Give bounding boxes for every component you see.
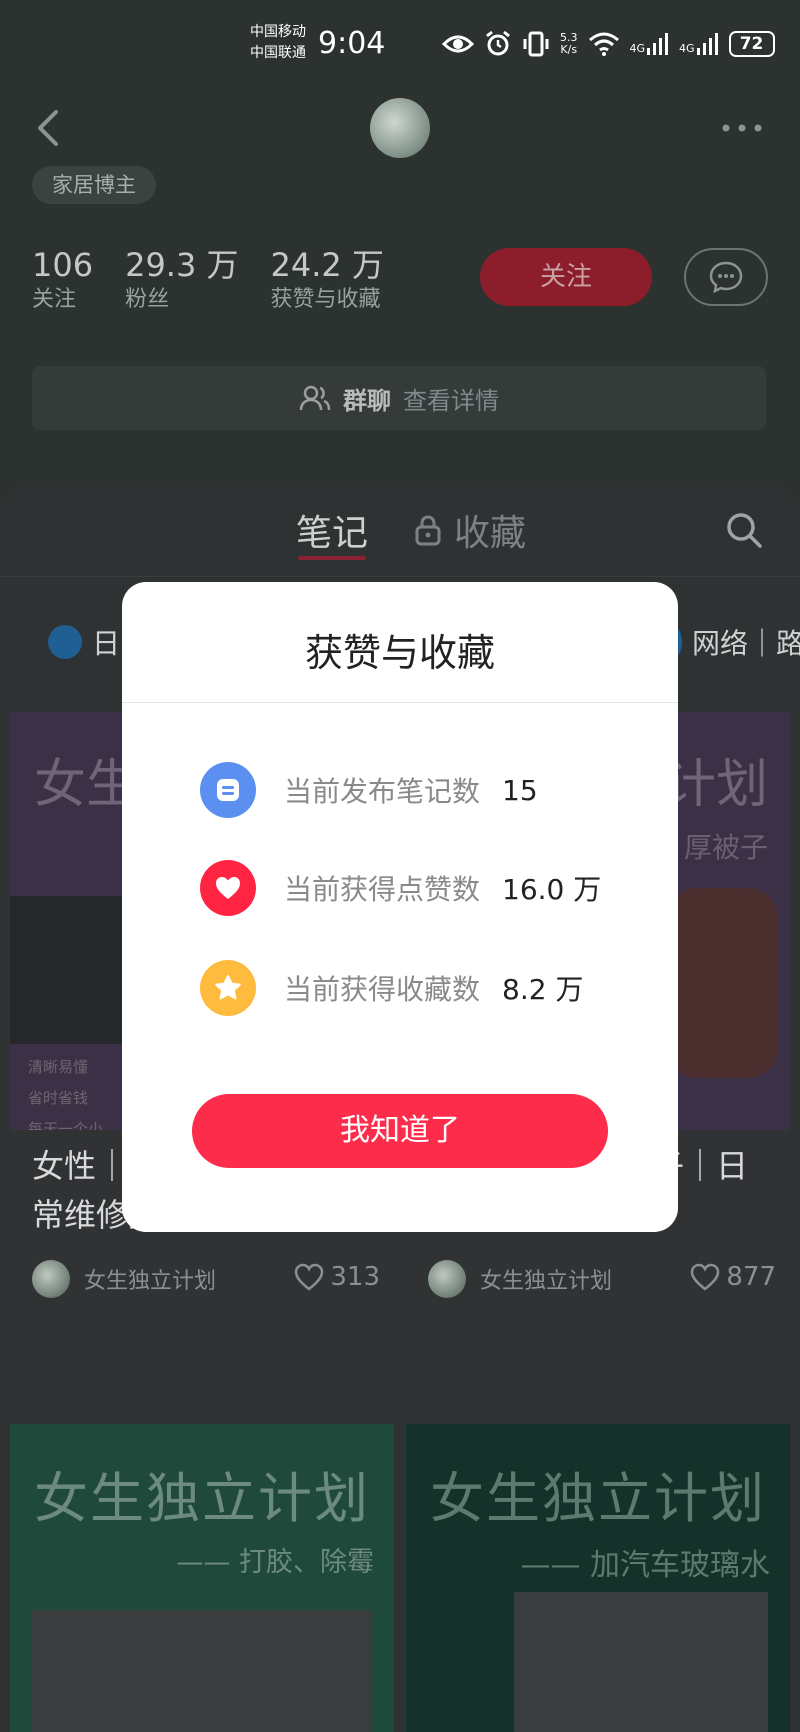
search-icon[interactable] — [724, 510, 764, 550]
signal-bars-icon — [647, 33, 669, 55]
wifi-icon — [588, 32, 619, 56]
tab-notes[interactable]: 笔记 — [296, 504, 368, 556]
status-time: 9:04 — [318, 26, 386, 61]
battery-indicator: 72 — [728, 31, 775, 57]
star-icon — [200, 960, 256, 1016]
net-speed: 5.3 K/s — [560, 32, 578, 56]
profile-avatar[interactable] — [370, 98, 430, 158]
note-card[interactable]: 女生独立计划 —— 加汽车玻璃水 — [406, 1424, 790, 1732]
stat-label: 关注 — [32, 287, 77, 312]
modal-title: 获赞与收藏 — [304, 631, 495, 675]
carrier-1: 中国移动 — [250, 24, 306, 40]
group-users-icon — [299, 385, 331, 411]
chip-icon — [48, 625, 82, 659]
carrier-2: 中国联通 — [250, 45, 306, 61]
stat-label: 粉丝 — [125, 287, 170, 312]
modal-row-likes: 当前获得点赞数 16.0 万 — [200, 860, 601, 916]
modal-row-notes: 当前发布笔记数 15 — [200, 762, 538, 818]
cover-photo — [514, 1592, 768, 1732]
author-avatar — [32, 1260, 70, 1298]
got-it-button[interactable]: 我知道了 — [192, 1094, 608, 1168]
category-chip[interactable]: 日 — [48, 622, 120, 662]
eye-icon — [442, 35, 474, 53]
note-icon — [200, 762, 256, 818]
signal-1-label: 4G — [629, 42, 646, 55]
tab-bar: 笔记 收藏 — [0, 484, 800, 577]
signal-2: 4G — [679, 33, 719, 55]
modal-divider — [122, 702, 678, 703]
like-count-value: 313 — [330, 1262, 380, 1292]
cover-line: 省时省钱 — [28, 1089, 89, 1107]
back-arrow-icon[interactable] — [30, 106, 70, 150]
net-speed-bottom: K/s — [560, 43, 578, 56]
author-avatar — [428, 1260, 466, 1298]
stat-fans[interactable]: 29.3 万 粉丝 — [125, 245, 238, 315]
profile-tag: 家居博主 — [32, 166, 156, 204]
like-count-value: 877 — [726, 1262, 776, 1292]
cover-title: 计划 — [663, 755, 768, 815]
cover-title: 女生独立计划 — [430, 1467, 766, 1530]
author-name: 女生独立计划 — [84, 1269, 217, 1294]
vibrate-icon — [523, 31, 549, 57]
cover-photo — [668, 888, 778, 1078]
profile-stats: 106 关注 29.3 万 粉丝 24.2 万 获赞与收藏 — [32, 245, 384, 315]
cover-line: 清晰易懂 — [28, 1058, 89, 1076]
modal-row-favorites: 当前获得收藏数 8.2 万 — [200, 960, 583, 1016]
note-author[interactable]: 女生独立计划 — [428, 1260, 612, 1298]
stat-likes-favorites[interactable]: 24.2 万 获赞与收藏 — [271, 245, 384, 315]
signal-1: 4G — [630, 33, 670, 55]
group-chat-bar[interactable]: 群聊 查看详情 — [32, 366, 766, 430]
more-options-icon[interactable] — [718, 118, 766, 138]
stat-value: 106 — [32, 246, 94, 284]
like-count[interactable]: 313 — [294, 1262, 380, 1292]
tab-favorites-label: 收藏 — [454, 513, 527, 554]
modal-row-value: 8.2 万 — [502, 973, 584, 1006]
modal-row-label: 当前获得收藏数 — [284, 973, 481, 1006]
signal-2-label: 4G — [679, 42, 695, 55]
alarm-icon — [486, 30, 510, 56]
chip-label: 网络｜路 — [692, 627, 800, 660]
follow-button[interactable]: 关注 — [480, 248, 652, 306]
stat-value: 24.2 万 — [270, 246, 384, 284]
like-count[interactable]: 877 — [690, 1262, 776, 1292]
group-chat-detail: 查看详情 — [403, 386, 499, 415]
likes-favorites-modal: 获赞与收藏 当前发布笔记数 15 当前获得点赞数 16.0 万 当前获得收藏数 … — [122, 582, 678, 1232]
modal-row-label: 当前获得点赞数 — [284, 873, 481, 906]
tab-favorites[interactable]: 收藏 — [414, 504, 526, 556]
status-bar: 中国移动 中国联通 9:04 5.3 K/s 4G 4G 72 — [0, 0, 800, 90]
tab-active-indicator — [298, 556, 366, 560]
carrier-labels: 中国移动 中国联通 — [250, 22, 306, 64]
modal-row-value: 15 — [502, 773, 538, 807]
chat-bubble-icon — [709, 261, 743, 294]
modal-row-value: 16.0 万 — [502, 873, 602, 906]
stat-following[interactable]: 106 关注 — [32, 245, 93, 315]
signal-bars-icon — [696, 33, 718, 55]
chip-label: 日 — [92, 627, 121, 660]
status-icons: 5.3 K/s 4G 4G 72 — [442, 28, 775, 60]
cover-subtitle: 厚被子 — [683, 831, 768, 864]
group-chat-label: 群聊 — [343, 386, 391, 415]
category-chip[interactable]: 网络｜路 — [662, 622, 800, 662]
heart-outline-icon — [295, 1263, 324, 1291]
stat-label: 获赞与收藏 — [270, 287, 381, 312]
modal-row-label: 当前发布笔记数 — [284, 775, 481, 808]
heart-icon — [200, 860, 256, 916]
stat-value: 29.3 万 — [125, 246, 239, 284]
cover-title: 女生独立计划 — [34, 1467, 370, 1530]
cover-subtitle: —— 打胶、除霉 — [176, 1547, 374, 1578]
note-card[interactable]: 女生独立计划 —— 打胶、除霉 — [10, 1424, 394, 1732]
note-author[interactable]: 女生独立计划 — [32, 1260, 216, 1298]
cover-photo — [32, 1610, 372, 1732]
message-button[interactable] — [684, 248, 768, 306]
author-name: 女生独立计划 — [480, 1269, 613, 1294]
cover-subtitle: —— 加汽车玻璃水 — [520, 1548, 770, 1583]
lock-icon — [415, 515, 441, 546]
heart-outline-icon — [691, 1263, 720, 1291]
